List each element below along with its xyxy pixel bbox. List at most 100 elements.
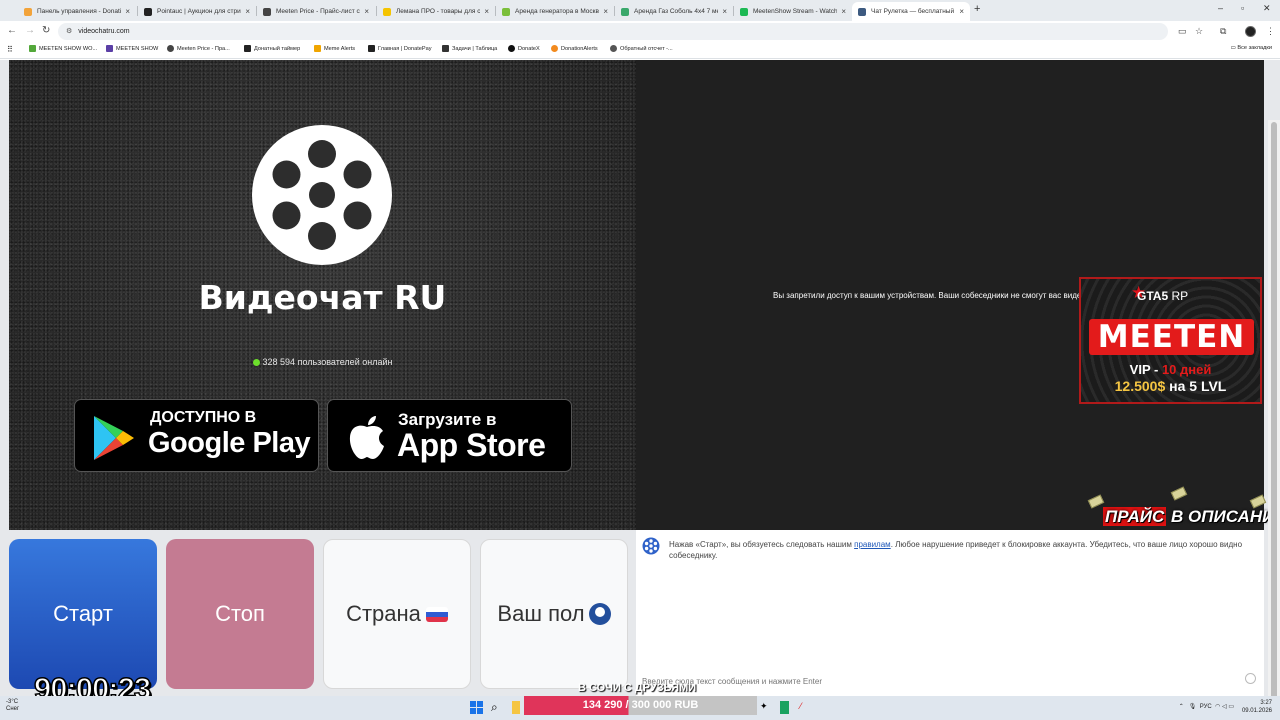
extensions-icon[interactable]: ⧉ [1220, 26, 1226, 37]
tab-close-icon[interactable]: × [245, 7, 250, 16]
chat-system-message: Нажав «Старт», вы обязуетесь следовать н… [669, 539, 1259, 561]
bookmark-label: DonationAlerts [561, 45, 598, 52]
bookmark-favicon-icon [508, 45, 515, 52]
back-icon[interactable]: ← [7, 25, 17, 36]
bookmark-item[interactable]: Meeten Price - Пра... [167, 45, 230, 52]
new-tab-icon[interactable]: + [974, 3, 980, 15]
close-window-icon[interactable]: ✕ [1263, 3, 1271, 14]
browser-tab[interactable]: Аренда генератора в Москве × [496, 2, 614, 21]
tab-close-icon[interactable]: × [125, 7, 130, 16]
address-url: videochatru.com [78, 28, 130, 35]
rules-link[interactable]: правилам [854, 540, 891, 549]
browser-tab[interactable]: Лемана ПРО - товары для стр × [377, 2, 495, 21]
browser-tab[interactable]: Аренда Газ Соболь 4х4 7 мест × [615, 2, 733, 21]
browser-tab[interactable]: Meeten Price - Прайс-лист стр × [257, 2, 375, 21]
tab-close-icon[interactable]: × [959, 7, 964, 16]
tab-close-icon[interactable]: × [841, 7, 846, 16]
browser-tab-active[interactable]: Чат Рулетка — бесплатный ви × [852, 2, 970, 21]
app-icon[interactable]: ✦ [760, 701, 773, 714]
stop-button[interactable]: Стоп [166, 539, 314, 689]
bookmark-item[interactable]: Главная | DonatePay [368, 45, 432, 52]
bookmark-item[interactable]: Обратный отсчет -... [610, 45, 673, 52]
country-label: Страна [346, 601, 421, 626]
search-icon[interactable]: ⌕ [491, 701, 504, 714]
tab-favicon-icon [621, 7, 629, 16]
address-bar[interactable]: ⚙ videochatru.com [58, 23, 1168, 40]
scrollbar-thumb[interactable] [1271, 122, 1277, 720]
online-status-icon [252, 359, 260, 366]
tab-title: Аренда генератора в Москве [515, 8, 600, 15]
emoji-icon[interactable] [1245, 673, 1256, 684]
browser-tab[interactable]: Pointauc | Аукцион для стримо × [138, 2, 256, 21]
chat-panel: Нажав «Старт», вы обязуетесь следовать н… [636, 530, 1264, 696]
reload-icon[interactable]: ↻ [42, 25, 50, 36]
videochat-page: Видеочат RU 328 594 пользователей онлайн… [0, 60, 1280, 720]
app-store-line2: App Store [397, 427, 546, 463]
tab-title: Лемана ПРО - товары для стр [396, 8, 481, 15]
app-store-button[interactable]: Загрузите в App Store [327, 399, 572, 472]
weather-temp: -3°C [6, 699, 19, 705]
gender-select-button[interactable]: Ваш пол [480, 539, 628, 689]
tab-title: Чат Рулетка — бесплатный ви [871, 8, 956, 15]
tab-close-icon[interactable]: × [484, 7, 489, 16]
tab-close-icon[interactable]: × [603, 7, 608, 16]
battery-icon[interactable]: ▭ [1228, 704, 1234, 710]
bookmark-label: Обратный отсчет -... [620, 45, 673, 52]
bookmark-favicon-icon [610, 45, 617, 52]
volume-icon[interactable]: ◁ [1222, 704, 1227, 710]
chat-message-input[interactable] [642, 674, 1242, 688]
chevron-up-icon[interactable]: ⌃ [1179, 704, 1184, 710]
online-counter: 328 594 пользователей онлайн [9, 357, 636, 367]
online-count-text: 328 594 пользователей онлайн [262, 357, 393, 367]
tab-title: Панель управления - Donatio [37, 8, 122, 15]
bookmark-item[interactable]: DonateX [508, 45, 540, 52]
bookmark-favicon-icon [167, 45, 174, 52]
apps-grid-icon[interactable]: ⠿ [7, 45, 13, 54]
bookmark-item[interactable]: Meme Alerts [314, 45, 355, 52]
page-scrollbar[interactable] [1268, 120, 1280, 720]
file-explorer-icon[interactable] [512, 701, 520, 714]
bookmark-item[interactable]: Донатный таймер [244, 45, 300, 52]
minimize-icon[interactable]: – [1218, 3, 1223, 13]
taskbar-clock[interactable]: 3:27 09.01.2026 [1242, 699, 1272, 715]
system-tray[interactable]: ⌃ 🎙 РУС ◠ ◁ ▭ [1179, 703, 1234, 710]
all-bookmarks-button[interactable]: ▭ Все закладки [1231, 45, 1272, 51]
wifi-icon[interactable]: ◠ [1215, 704, 1220, 710]
tab-close-icon[interactable]: × [722, 7, 727, 16]
forward-icon[interactable]: → [25, 25, 35, 36]
donation-goal-text: 134 290 / 300 000 RUB [582, 699, 699, 711]
google-play-icon [94, 416, 134, 460]
language-indicator[interactable]: РУС [1200, 704, 1212, 710]
mic-icon[interactable]: 🎙 [1189, 704, 1197, 710]
price-note-part1: ПРАЙС [1103, 507, 1167, 526]
bookmark-item[interactable]: MEETEN SHOW [106, 45, 158, 52]
tab-close-icon[interactable]: × [364, 7, 369, 16]
stop-label: Стоп [215, 601, 265, 626]
browser-menu-icon[interactable]: ⋮ [1266, 26, 1275, 37]
bookmark-star-icon[interactable]: ☆ [1195, 26, 1203, 37]
maximize-icon[interactable]: ▫ [1241, 3, 1244, 13]
russia-flag-icon [425, 606, 448, 622]
app-icon[interactable]: ⁄ [800, 701, 813, 714]
google-play-button[interactable]: ДОСТУПНО В Google Play [74, 399, 319, 472]
profile-avatar[interactable] [1245, 26, 1256, 37]
bookmark-item[interactable]: DonationAlerts [551, 45, 598, 52]
browser-tab[interactable]: Панель управления - Donatio × [18, 2, 136, 21]
tab-title: Pointauc | Аукцион для стримо [157, 8, 242, 15]
browser-tab[interactable]: MeetenShow Stream - Watch L × [734, 2, 852, 21]
start-button[interactable]: Старт [9, 539, 157, 689]
bookmark-favicon-icon [442, 45, 449, 52]
country-select-button[interactable]: Страна [323, 539, 471, 689]
site-info-icon[interactable]: ⚙ [66, 23, 72, 40]
apple-icon [349, 416, 384, 460]
tab-title: Аренда Газ Соболь 4х4 7 мест [634, 8, 719, 15]
bookmark-item[interactable]: MEETEN SHOW WO... [29, 45, 97, 52]
cast-icon[interactable]: ▭ [1178, 26, 1187, 37]
tab-favicon-icon [502, 7, 510, 16]
document-app-icon[interactable] [780, 701, 789, 714]
promo-vip-label: VIP - [1129, 362, 1162, 377]
bookmark-item[interactable]: Задачи | Таблица [442, 45, 497, 52]
weather-widget[interactable]: -3°C Снег [6, 699, 19, 713]
windows-start-icon[interactable] [470, 701, 483, 714]
promo-vip-days: 10 дней [1161, 362, 1212, 377]
